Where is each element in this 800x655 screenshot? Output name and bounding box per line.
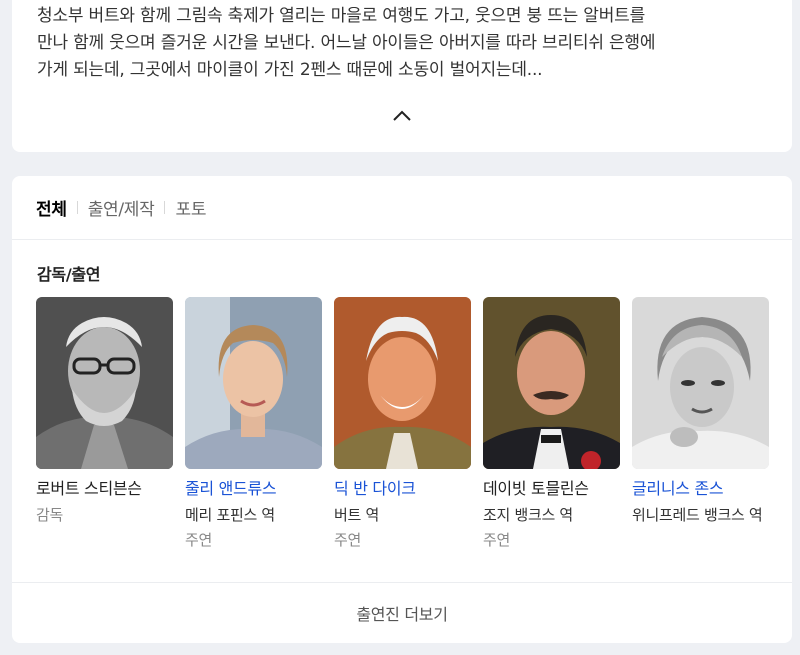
cast-item-lead[interactable]: 딕 반 다이크 버트 역 주연 [334,297,471,551]
synopsis-card: 청소부 버트와 함께 그림속 축제가 열리는 마을로 여행도 가고, 웃으면 붕… [12,0,792,152]
cast-card: 전체 출연/제작 포토 감독/출연 로버트 스티븐슨 감독 줄리 앤드류스 메리… [12,176,792,643]
collapse-button[interactable] [391,108,413,124]
cast-item-lead[interactable]: 줄리 앤드류스 메리 포핀스 역 주연 [185,297,322,551]
person-name[interactable]: 줄리 앤드류스 [185,478,322,500]
chevron-up-icon [393,110,411,121]
synopsis-text: 청소부 버트와 함께 그림속 축제가 열리는 마을로 여행도 가고, 웃으면 붕… [37,3,767,84]
person-role: 조지 뱅크스 역 [483,506,573,524]
tab-bar: 전체 출연/제작 포토 [12,176,792,240]
cast-item-lead[interactable]: 데이빗 토믈린슨 조지 뱅크스 역 주연 [483,297,620,551]
person-name[interactable]: 데이빗 토믈린슨 [483,478,620,500]
tab-all[interactable]: 전체 [36,195,67,220]
person-role: 감독 [36,506,64,524]
person-role: 버트 역 [334,506,379,524]
person-type: 주연 [185,531,213,549]
person-role: 메리 포핀스 역 [185,506,275,524]
person-type: 주연 [334,531,362,549]
section-title: 감독/출연 [37,265,101,284]
tab-photo[interactable]: 포토 [175,195,206,220]
tab-divider [164,201,166,214]
tab-cast-crew[interactable]: 출연/제작 [88,195,155,220]
person-type: 주연 [483,531,511,549]
person-photo[interactable] [632,297,769,469]
person-role: 위니프레드 뱅크스 역 [632,506,763,524]
person-name[interactable]: 로버트 스티븐슨 [36,478,173,500]
more-cast-button[interactable]: 출연진 더보기 [12,582,792,643]
cast-item-director[interactable]: 로버트 스티븐슨 감독 [36,297,173,526]
cast-item-cast[interactable]: 글리니스 존스 위니프레드 뱅크스 역 [632,297,769,526]
person-photo[interactable] [334,297,471,469]
person-photo[interactable] [185,297,322,469]
person-photo[interactable] [483,297,620,469]
tab-divider [76,201,78,214]
synopsis-line: 청소부 버트와 함께 그림속 축제가 열리는 마을로 여행도 가고, 웃으면 붕… [37,6,646,26]
synopsis-line: 가게 되는데, 그곳에서 마이클이 가진 2펜스 때문에 소동이 벌어지는데..… [37,60,543,80]
cast-list: 로버트 스티븐슨 감독 줄리 앤드류스 메리 포핀스 역 주연 딕 반 다이크 … [36,297,780,567]
person-name[interactable]: 글리니스 존스 [632,478,769,500]
synopsis-line: 만나 함께 웃으며 즐거운 시간을 보낸다. 어느날 아이들은 아버지를 따라 … [37,33,656,53]
person-photo[interactable] [36,297,173,469]
person-name[interactable]: 딕 반 다이크 [334,478,471,500]
